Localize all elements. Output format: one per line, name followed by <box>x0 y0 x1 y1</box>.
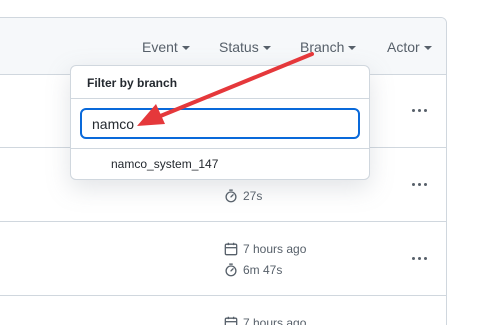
dropdown-divider <box>71 148 369 149</box>
caret-down-icon <box>423 46 432 50</box>
status-filter[interactable]: Status <box>219 39 271 55</box>
stopwatch-icon <box>225 189 237 203</box>
run-time-text: 7 hours ago <box>243 242 307 256</box>
run-duration-text: 27s <box>243 189 263 203</box>
event-filter-label: Event <box>142 39 178 55</box>
run-time: 7 hours ago <box>224 242 306 256</box>
row-divider <box>0 221 446 222</box>
row-options-button[interactable] <box>409 103 429 117</box>
actor-filter[interactable]: Actor <box>387 39 432 55</box>
branch-filter[interactable]: Branch <box>300 39 357 55</box>
branch-filter-dropdown: Filter by branch namco_system_147 <box>70 65 370 180</box>
row-options-button[interactable] <box>409 251 429 265</box>
run-duration-text: 6m 47s <box>243 263 283 277</box>
calendar-icon <box>224 316 238 325</box>
actor-filter-label: Actor <box>387 39 420 55</box>
caret-down-icon <box>181 46 190 50</box>
run-time: 7 hours ago <box>224 316 306 325</box>
dropdown-divider <box>71 98 369 99</box>
caret-down-icon <box>348 46 357 50</box>
stopwatch-icon <box>225 263 237 277</box>
calendar-icon <box>224 242 238 256</box>
run-duration: 6m 47s <box>224 263 282 277</box>
status-filter-label: Status <box>219 39 259 55</box>
run-duration: 27s <box>224 189 262 203</box>
branch-search-input[interactable] <box>80 108 360 139</box>
caret-down-icon <box>262 46 271 50</box>
event-filter[interactable]: Event <box>142 39 190 55</box>
run-time-text: 7 hours ago <box>243 316 307 325</box>
branch-option[interactable]: namco_system_147 <box>111 157 218 171</box>
branch-filter-label: Branch <box>300 39 345 55</box>
dropdown-title: Filter by branch <box>87 76 178 90</box>
row-divider <box>0 295 446 296</box>
row-options-button[interactable] <box>409 177 429 191</box>
